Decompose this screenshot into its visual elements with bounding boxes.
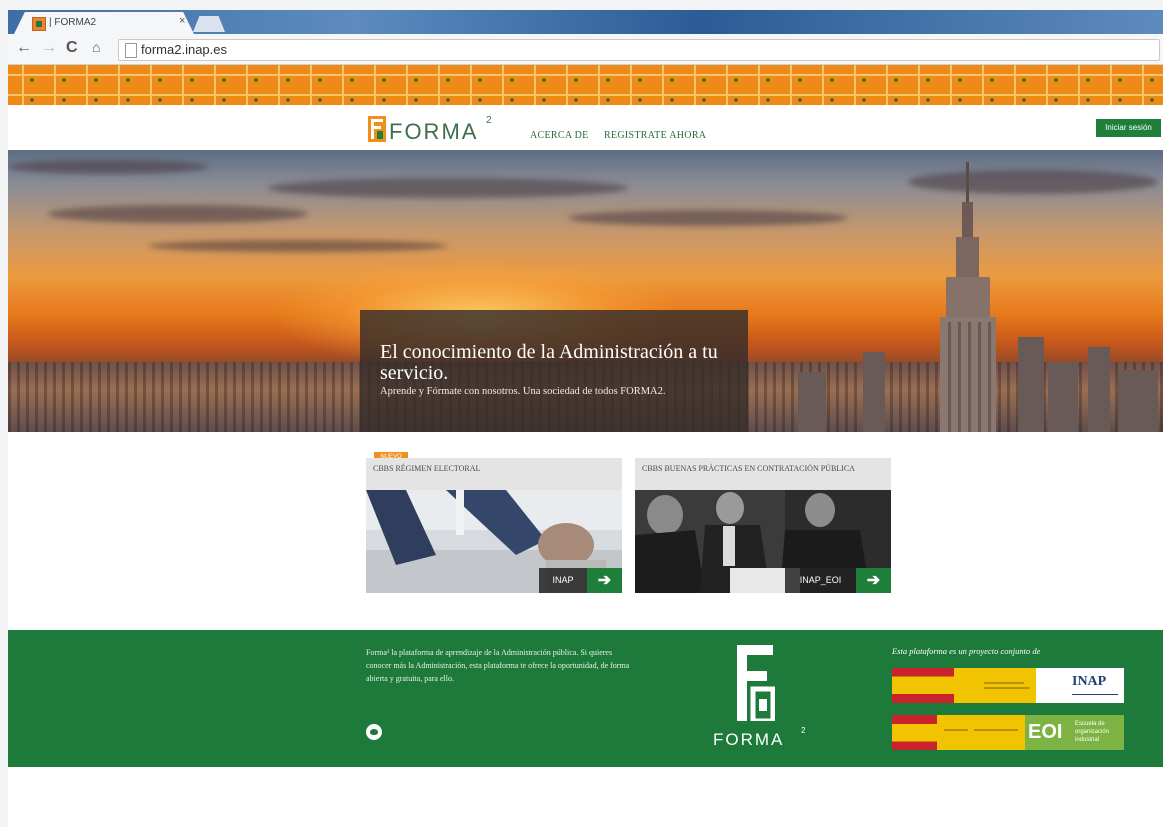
browser-tab[interactable]: | FORMA2 × (14, 12, 194, 34)
partner-logo-inap[interactable]: INAP (892, 668, 1124, 703)
footer-logo-superscript: 2 (801, 726, 806, 735)
browser-window: | FORMA2 × ← → C ⌂ forma2.inap.es FORMA … (8, 10, 1163, 827)
close-tab-icon[interactable]: × (179, 15, 185, 27)
hero-title: El conocimiento de la Administración a t… (380, 341, 718, 384)
home-icon[interactable]: ⌂ (92, 39, 100, 55)
course-title[interactable]: CBBS BUENAS PRÁCTICAS EN CONTRATACIÓN PÚ… (642, 464, 882, 474)
site-header: FORMA 2 ACERCA DE REGISTRATE AHORA Inici… (8, 105, 1163, 150)
course-card-contratacion-publica[interactable]: CBBS BUENAS PRÁCTICAS EN CONTRATACIÓN PÚ… (635, 458, 891, 593)
site-footer: Forma² la plataforma de aprendizaje de l… (8, 630, 1163, 767)
logo-text[interactable]: FORMA (389, 119, 478, 145)
arrow-right-icon[interactable]: ➔ (856, 568, 891, 593)
nav-acerca-de[interactable]: ACERCA DE (530, 130, 589, 141)
logo-superscript: 2 (486, 115, 492, 126)
nav-registrate-ahora[interactable]: REGISTRATE AHORA (604, 130, 706, 141)
eoi-description: Escuela de organización industrial (1075, 721, 1110, 743)
spain-coat-of-arms-icon (892, 668, 954, 703)
tab-bar: | FORMA2 × (8, 10, 1163, 34)
decorative-pattern-banner (8, 65, 1163, 105)
twitter-icon[interactable] (366, 724, 382, 740)
forward-arrow-icon[interactable]: → (41, 39, 57, 57)
partner-logo-eoi[interactable]: EOI Escuela de organización industrial (892, 715, 1124, 750)
url-input[interactable]: forma2.inap.es (118, 39, 1160, 61)
footer-logo-text: FORMA (713, 730, 785, 749)
url-text: forma2.inap.es (141, 42, 227, 57)
forma2-logo-icon[interactable] (368, 116, 386, 142)
hero-banner: El conocimiento de la Administración a t… (8, 150, 1163, 432)
footer-description: Forma² la plataforma de aprendizaje de l… (366, 648, 630, 683)
hero-cloud (48, 205, 308, 223)
hero-building (863, 352, 885, 432)
page-icon (125, 43, 137, 58)
login-button[interactable]: Iniciar sesión (1096, 119, 1161, 137)
course-provider-tag: INAP_EOI (785, 568, 856, 593)
course-title[interactable]: CBBS RÉGIMEN ELECTORAL (373, 464, 613, 474)
course-card-header: CBBS BUENAS PRÁCTICAS EN CONTRATACIÓN PÚ… (635, 458, 891, 490)
address-bar: ← → C ⌂ forma2.inap.es (8, 34, 1163, 65)
inap-name: INAP (1072, 674, 1107, 689)
arrow-right-icon[interactable]: ➔ (587, 568, 622, 593)
eoi-mark: EOI (1028, 721, 1063, 743)
course-card-header: CBBS RÉGIMEN ELECTORAL (366, 458, 622, 490)
eoi-logo: EOI Escuela de organización industrial (1025, 715, 1124, 750)
hero-building (1088, 347, 1110, 432)
tab-title: | FORMA2 (49, 17, 97, 28)
inap-logo: INAP (1050, 668, 1124, 703)
hero-cloud (568, 210, 848, 226)
new-tab-button[interactable] (193, 16, 225, 32)
hero-caption-box: El conocimiento de la Administración a t… (360, 310, 748, 432)
partners-title: Esta plataforma es un proyecto conjunto … (892, 646, 1041, 656)
hero-cloud (8, 160, 208, 174)
spain-coat-of-arms-icon (892, 715, 937, 750)
hero-subtitle: Aprende y Fórmate con nosotros. Una soci… (380, 386, 666, 397)
hero-building (1048, 362, 1078, 432)
government-block (954, 668, 978, 703)
reload-icon[interactable]: C (66, 39, 78, 57)
hero-cloud (148, 240, 448, 252)
ministry-block (978, 668, 1036, 703)
course-provider-tag: INAP (539, 568, 587, 593)
back-arrow-icon[interactable]: ← (16, 39, 32, 57)
hero-building (1118, 370, 1158, 432)
forma2-footer-logo-icon (737, 645, 775, 721)
empire-state-building (940, 162, 996, 432)
course-card-regimen-electoral[interactable]: CBBS RÉGIMEN ELECTORAL INAP ➔ (366, 458, 622, 593)
hero-building (1018, 337, 1044, 432)
favicon-icon (32, 17, 46, 31)
hero-building (798, 372, 826, 432)
hero-cloud (268, 178, 628, 198)
